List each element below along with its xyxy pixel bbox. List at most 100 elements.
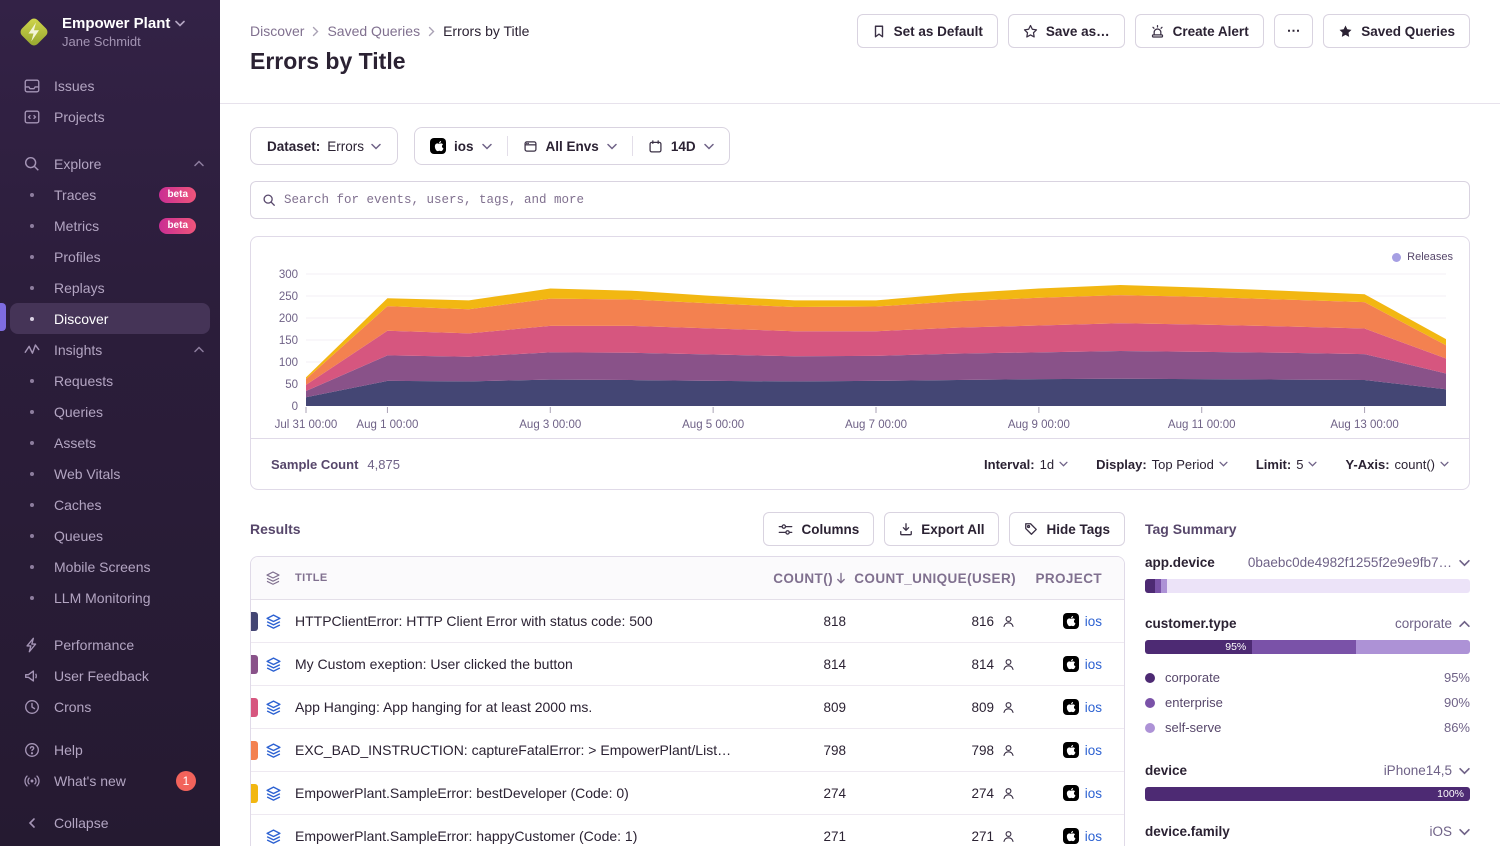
project-link[interactable]: ios <box>1085 614 1102 629</box>
sidebar-item-issues[interactable]: Issues <box>0 70 220 101</box>
chevron-down-icon <box>1059 461 1068 467</box>
limit-selector[interactable]: Limit:5 <box>1256 457 1318 472</box>
count-value: 809 <box>772 700 858 715</box>
sidebar-item-traces[interactable]: Traces beta <box>0 179 220 210</box>
tag-toggle[interactable]: device iPhone14,5 <box>1145 763 1470 778</box>
project-link[interactable]: ios <box>1085 829 1102 844</box>
chevron-left-icon <box>22 817 42 829</box>
error-title[interactable]: EXC_BAD_INSTRUCTION: captureFatalError: … <box>295 742 772 758</box>
set-as-default-button[interactable]: Set as Default <box>857 14 998 48</box>
sidebar-item-label: Mobile Screens <box>54 559 151 575</box>
chart-legend[interactable]: Releases <box>1392 251 1453 263</box>
sidebar-item-label: Metrics <box>54 218 99 234</box>
save-as-button[interactable]: Save as… <box>1008 14 1125 48</box>
sidebar-item-metrics[interactable]: Metrics beta <box>0 210 220 241</box>
hide-tags-button[interactable]: Hide Tags <box>1009 512 1125 546</box>
error-title[interactable]: App Hanging: App hanging for at least 20… <box>295 699 772 715</box>
chevron-down-icon <box>1308 461 1317 467</box>
lightning-icon <box>22 636 42 654</box>
collapse-label: Collapse <box>54 815 108 831</box>
yaxis-selector[interactable]: Y-Axis:count() <box>1345 457 1449 472</box>
search-bar <box>250 181 1470 219</box>
table-row[interactable]: HTTPClientError: HTTP Client Error with … <box>251 600 1124 643</box>
create-alert-button[interactable]: Create Alert <box>1135 14 1264 48</box>
tag-toggle[interactable]: device.family iOS <box>1145 824 1470 839</box>
stacked-area-chart: 050100150200250300Jul 31 00:00Aug 1 00:0… <box>251 242 1467 438</box>
sidebar-item-llm-monitoring[interactable]: LLM Monitoring <box>0 582 220 613</box>
col-title[interactable]: TITLE <box>295 572 772 584</box>
date-range-filter[interactable]: 14D <box>633 128 729 164</box>
table-row[interactable]: EXC_BAD_INSTRUCTION: captureFatalError: … <box>251 729 1124 772</box>
sidebar-item-queues[interactable]: Queues <box>0 520 220 551</box>
dataset-value: Errors <box>327 139 364 154</box>
tag-toggle[interactable]: customer.type corporate <box>1145 616 1470 631</box>
breadcrumb-discover[interactable]: Discover <box>250 23 304 39</box>
table-row[interactable]: EmpowerPlant.SampleError: happyCustomer … <box>251 815 1124 846</box>
tag-distribution-bar <box>1145 579 1470 593</box>
sidebar-item-replays[interactable]: Replays <box>0 272 220 303</box>
interval-selector[interactable]: Interval:1d <box>984 457 1068 472</box>
table-row[interactable]: EmpowerPlant.SampleError: bestDeveloper … <box>251 772 1124 815</box>
svg-text:Aug 7 00:00: Aug 7 00:00 <box>845 419 907 431</box>
error-title[interactable]: EmpowerPlant.SampleError: bestDeveloper … <box>295 785 772 801</box>
col-count-unique[interactable]: COUNT_UNIQUE(USER) <box>858 571 1030 586</box>
more-button[interactable]: ⋯ <box>1274 14 1314 48</box>
chevron-down-icon <box>1440 461 1449 467</box>
tag-toggle[interactable]: app.device 0baebc0de4982f1255f2e9e9fb7… <box>1145 555 1470 570</box>
table-row[interactable]: App Hanging: App hanging for at least 20… <box>251 686 1124 729</box>
sidebar-item-help[interactable]: Help <box>0 734 220 765</box>
download-icon <box>899 522 913 536</box>
display-selector[interactable]: Display:Top Period <box>1096 457 1228 472</box>
col-project[interactable]: PROJECT <box>1030 571 1124 586</box>
export-all-button[interactable]: Export All <box>884 512 999 546</box>
dataset-selector[interactable]: Dataset: Errors <box>250 127 398 165</box>
project-filter[interactable]: ios <box>415 128 507 164</box>
environment-filter[interactable]: All Envs <box>508 128 632 164</box>
sidebar-item-profiles[interactable]: Profiles <box>0 241 220 272</box>
search-input[interactable] <box>284 193 1458 207</box>
error-title[interactable]: EmpowerPlant.SampleError: happyCustomer … <box>295 828 772 844</box>
tag-icon <box>1024 522 1038 536</box>
count-value: 814 <box>772 657 858 672</box>
series-color-chip <box>251 827 258 846</box>
sidebar-item-requests[interactable]: Requests <box>0 365 220 396</box>
date-range-value: 14D <box>671 139 696 154</box>
sidebar-item-discover[interactable]: Discover <box>10 303 210 334</box>
project-link[interactable]: ios <box>1085 743 1102 758</box>
tag-distribution-bar: 95% <box>1145 640 1470 654</box>
sidebar-item-projects[interactable]: Projects <box>0 101 220 132</box>
sidebar-item-label: What's new <box>54 773 126 789</box>
sidebar-section-explore[interactable]: Explore <box>0 148 220 179</box>
sidebar-item-user-feedback[interactable]: User Feedback <box>0 660 220 691</box>
broadcast-icon <box>22 772 42 790</box>
sidebar-item-assets[interactable]: Assets <box>0 427 220 458</box>
table-row[interactable]: My Custom exeption: User clicked the but… <box>251 643 1124 686</box>
sidebar-item-queries[interactable]: Queries <box>0 396 220 427</box>
project-link[interactable]: ios <box>1085 657 1102 672</box>
project-link[interactable]: ios <box>1085 786 1102 801</box>
sidebar-item-crons[interactable]: Crons <box>0 691 220 722</box>
sidebar-item-web-vitals[interactable]: Web Vitals <box>0 458 220 489</box>
sidebar-item-whats-new[interactable]: What's new 1 <box>0 765 220 796</box>
svg-text:Aug 13 00:00: Aug 13 00:00 <box>1330 419 1398 431</box>
tag-distribution-bar: 100% <box>1145 787 1470 801</box>
sidebar-item-label: Queues <box>54 528 103 544</box>
sidebar-item-caches[interactable]: Caches <box>0 489 220 520</box>
sidebar-section-insights[interactable]: Insights <box>0 334 220 365</box>
legend-dot <box>1145 723 1155 733</box>
org-switcher[interactable]: Empower Plant Jane Schmidt <box>0 0 220 60</box>
sidebar-item-mobile-screens[interactable]: Mobile Screens <box>0 551 220 582</box>
sidebar-item-performance[interactable]: Performance <box>0 629 220 660</box>
error-title[interactable]: HTTPClientError: HTTP Client Error with … <box>295 613 772 629</box>
error-title[interactable]: My Custom exeption: User clicked the but… <box>295 656 772 672</box>
breadcrumb-saved-queries[interactable]: Saved Queries <box>327 23 420 39</box>
saved-queries-button[interactable]: Saved Queries <box>1323 14 1470 48</box>
tag-section-customer-type: customer.type corporate 95% corporate 95… <box>1145 616 1470 740</box>
col-count[interactable]: COUNT() <box>772 571 858 586</box>
columns-button[interactable]: Columns <box>763 512 874 546</box>
unique-count-value: 271 <box>971 829 994 844</box>
project-link[interactable]: ios <box>1085 700 1102 715</box>
collapse-button[interactable]: Collapse <box>0 807 220 838</box>
org-name: Empower Plant <box>62 15 170 32</box>
sidebar: Empower Plant Jane Schmidt Issues Projec… <box>0 0 220 846</box>
